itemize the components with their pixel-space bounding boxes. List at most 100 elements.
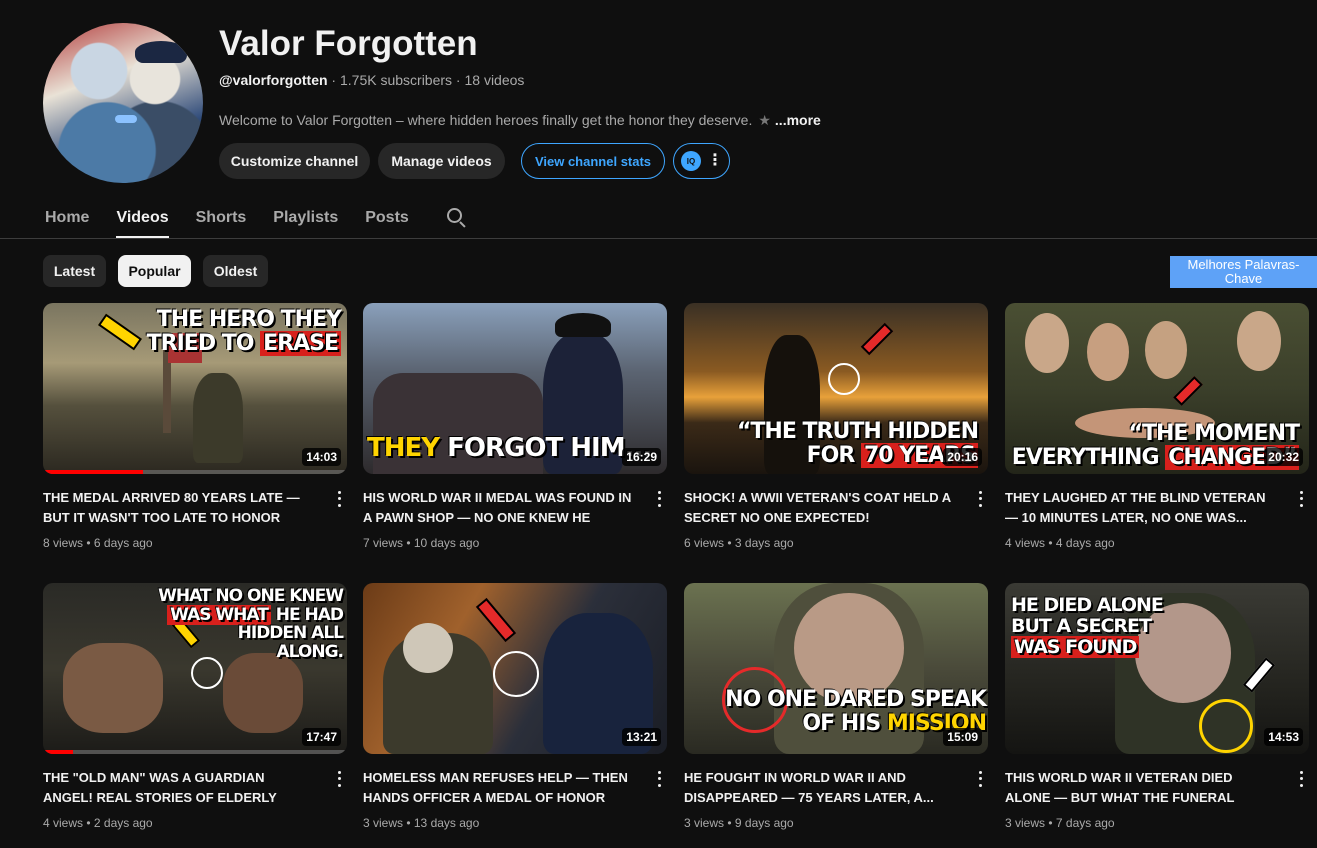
customize-channel-button[interactable]: Customize channel <box>219 143 370 179</box>
tab-shorts[interactable]: Shorts <box>196 198 247 238</box>
chip-oldest[interactable]: Oldest <box>203 255 268 287</box>
video-meta: 6 views • 3 days ago <box>684 536 794 550</box>
extension-menu-button[interactable]: IQ ⋮ <box>673 143 730 179</box>
keyword-button[interactable]: Melhores Palavras-Chave <box>1170 256 1317 288</box>
video-card[interactable]: “THE TRUTH HIDDEN FOR 70 YEARS 20:16 SHO… <box>684 303 988 550</box>
video-meta: 3 views • 7 days ago <box>1005 816 1115 830</box>
video-menu-icon[interactable] <box>655 769 663 789</box>
thumbnail-text: HE DIED ALONE <box>1011 594 1164 616</box>
channel-stats: · 1.75K subscribers · 18 videos <box>327 72 525 88</box>
channel-handle: @valorforgotten <box>219 72 328 88</box>
video-title[interactable]: THE "OLD MAN" WAS A GUARDIAN ANGEL! REAL… <box>43 768 315 808</box>
chip-popular[interactable]: Popular <box>118 255 191 287</box>
thumbnail-text: THE HERO THEY <box>156 307 342 332</box>
arrow-icon <box>860 322 894 356</box>
video-duration: 14:53 <box>1264 728 1303 746</box>
channel-meta: @valorforgotten · 1.75K subscribers · 18… <box>219 72 524 88</box>
thumbnail-text: “THE TRUTH HIDDEN <box>736 419 979 444</box>
video-meta: 7 views • 10 days ago <box>363 536 480 550</box>
video-menu-icon[interactable] <box>655 489 663 509</box>
tab-home[interactable]: Home <box>45 198 89 238</box>
tab-posts[interactable]: Posts <box>365 198 409 238</box>
thumbnail-text: TRIED TO <box>146 331 261 356</box>
description-more-link[interactable]: ...more <box>775 112 821 128</box>
arrow-icon <box>1173 376 1203 406</box>
video-duration: 20:32 <box>1264 448 1303 466</box>
arrow-icon <box>97 313 143 351</box>
video-title[interactable]: THIS WORLD WAR II VETERAN DIED ALONE — B… <box>1005 768 1277 808</box>
thumbnail-text: “THE MOMENT <box>1128 421 1301 446</box>
tabs-divider <box>0 238 1317 239</box>
highlight-circle <box>493 651 539 697</box>
video-thumbnail[interactable]: “THE TRUTH HIDDEN FOR 70 YEARS 20:16 <box>684 303 988 474</box>
video-card[interactable]: THEY FORGOT HIM... 16:29 HIS WORLD WAR I… <box>363 303 667 550</box>
avatar-medal <box>115 115 137 123</box>
highlight-circle <box>191 657 223 689</box>
thumbnail-text: NO ONE DARED SPEAK <box>725 687 987 712</box>
channel-description[interactable]: Welcome to Valor Forgotten – where hidde… <box>219 112 821 129</box>
video-thumbnail[interactable]: THEY FORGOT HIM... 16:29 <box>363 303 667 474</box>
video-thumbnail[interactable]: HE DIED ALONE BUT A SECRET WAS FOUND 14:… <box>1005 583 1309 754</box>
channel-avatar[interactable] <box>43 23 203 183</box>
search-icon[interactable] <box>446 207 468 229</box>
video-menu-icon[interactable] <box>976 489 984 509</box>
watch-progress <box>43 750 347 754</box>
video-menu-icon[interactable] <box>1297 769 1305 789</box>
thumbnail-text: HIDDEN ALL <box>237 623 344 644</box>
chip-latest[interactable]: Latest <box>43 255 106 287</box>
video-duration: 16:29 <box>622 448 661 466</box>
watch-progress-fill <box>43 470 144 474</box>
video-duration: 14:03 <box>302 448 341 466</box>
video-card[interactable]: “THE MOMENT EVERYTHING CHANGED” 20:32 TH… <box>1005 303 1309 550</box>
video-menu-icon[interactable] <box>1297 489 1305 509</box>
video-meta: 8 views • 6 days ago <box>43 536 153 550</box>
thumbnail-text: ERASE <box>260 331 341 356</box>
description-text: Welcome to Valor Forgotten – where hidde… <box>219 112 753 128</box>
arrow-icon <box>475 597 517 643</box>
video-card[interactable]: NO ONE DARED SPEAK OF HIS MISSION 15:09 … <box>684 583 988 830</box>
tab-playlists[interactable]: Playlists <box>273 198 338 238</box>
video-duration: 20:16 <box>943 448 982 466</box>
video-card[interactable]: THE HERO THEY TRIED TO ERASE 14:03 THE M… <box>43 303 347 550</box>
video-title[interactable]: SHOCK! A WWII VETERAN'S COAT HELD A SECR… <box>684 488 956 528</box>
video-card[interactable]: 13:21 HOMELESS MAN REFUSES HELP — THEN H… <box>363 583 667 830</box>
video-menu-icon[interactable] <box>335 769 343 789</box>
video-thumbnail[interactable]: WHAT NO ONE KNEW WAS WHAT HE HAD HIDDEN … <box>43 583 347 754</box>
thumbnail-text: WHAT NO ONE KNEW <box>158 586 344 606</box>
video-thumbnail[interactable]: 13:21 <box>363 583 667 754</box>
thumbnail-text: BUT A SECRET <box>1011 614 1152 637</box>
thumbnail-text: WAS FOUND <box>1011 635 1140 658</box>
view-channel-stats-button[interactable]: View channel stats <box>521 143 665 179</box>
video-meta: 3 views • 9 days ago <box>684 816 794 830</box>
video-title[interactable]: THE MEDAL ARRIVED 80 YEARS LATE — BUT IT… <box>43 488 315 528</box>
video-meta: 4 views • 4 days ago <box>1005 536 1115 550</box>
video-title[interactable]: HE FOUGHT IN WORLD WAR II AND DISAPPEARE… <box>684 768 956 808</box>
watch-progress <box>43 470 347 474</box>
more-vert-icon: ⋮ <box>707 152 723 169</box>
video-meta: 3 views • 13 days ago <box>363 816 480 830</box>
video-menu-icon[interactable] <box>976 769 984 789</box>
star-icon: ★ <box>758 112 771 128</box>
video-thumbnail[interactable]: “THE MOMENT EVERYTHING CHANGED” 20:32 <box>1005 303 1309 474</box>
watch-progress-fill <box>43 750 74 754</box>
channel-tabs: Home Videos Shorts Playlists Posts <box>45 198 468 238</box>
video-card[interactable]: WHAT NO ONE KNEW WAS WHAT HE HAD HIDDEN … <box>43 583 347 830</box>
video-duration: 17:47 <box>302 728 341 746</box>
video-title[interactable]: HIS WORLD WAR II MEDAL WAS FOUND IN A PA… <box>363 488 635 528</box>
avatar-cap <box>135 41 187 63</box>
thumbnail-text: EVERYTHING <box>1011 445 1166 470</box>
video-meta: 4 views • 2 days ago <box>43 816 153 830</box>
highlight-circle <box>1199 699 1253 753</box>
video-title[interactable]: HOMELESS MAN REFUSES HELP — THEN HANDS O… <box>363 768 635 808</box>
manage-videos-button[interactable]: Manage videos <box>378 143 505 179</box>
thumbnail-text: FORGOT HIM... <box>439 433 652 463</box>
thumbnail-text: THEY <box>367 433 440 463</box>
tab-videos[interactable]: Videos <box>116 198 169 238</box>
channel-title: Valor Forgotten <box>219 24 478 63</box>
video-menu-icon[interactable] <box>335 489 343 509</box>
video-thumbnail[interactable]: NO ONE DARED SPEAK OF HIS MISSION 15:09 <box>684 583 988 754</box>
thumbnail-text: HE HAD <box>270 604 344 625</box>
video-thumbnail[interactable]: THE HERO THEY TRIED TO ERASE 14:03 <box>43 303 347 474</box>
video-title[interactable]: THEY LAUGHED AT THE BLIND VETERAN — 10 M… <box>1005 488 1277 528</box>
video-card[interactable]: HE DIED ALONE BUT A SECRET WAS FOUND 14:… <box>1005 583 1309 830</box>
